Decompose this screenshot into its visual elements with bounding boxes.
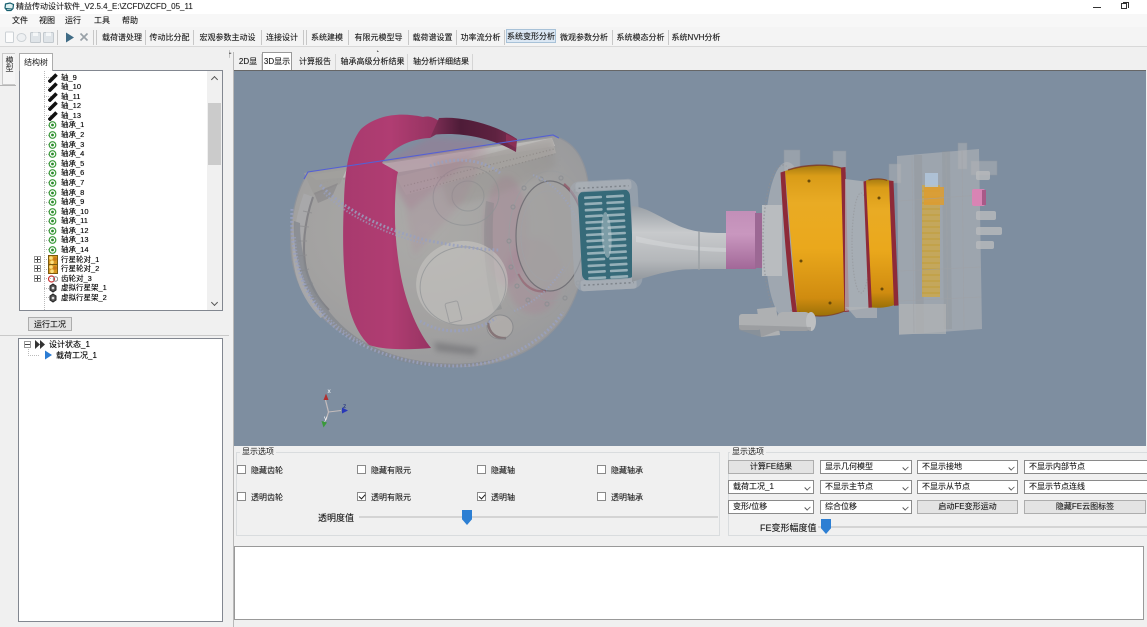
- svg-text:z: z: [343, 403, 346, 410]
- svg-text:x: x: [328, 388, 332, 395]
